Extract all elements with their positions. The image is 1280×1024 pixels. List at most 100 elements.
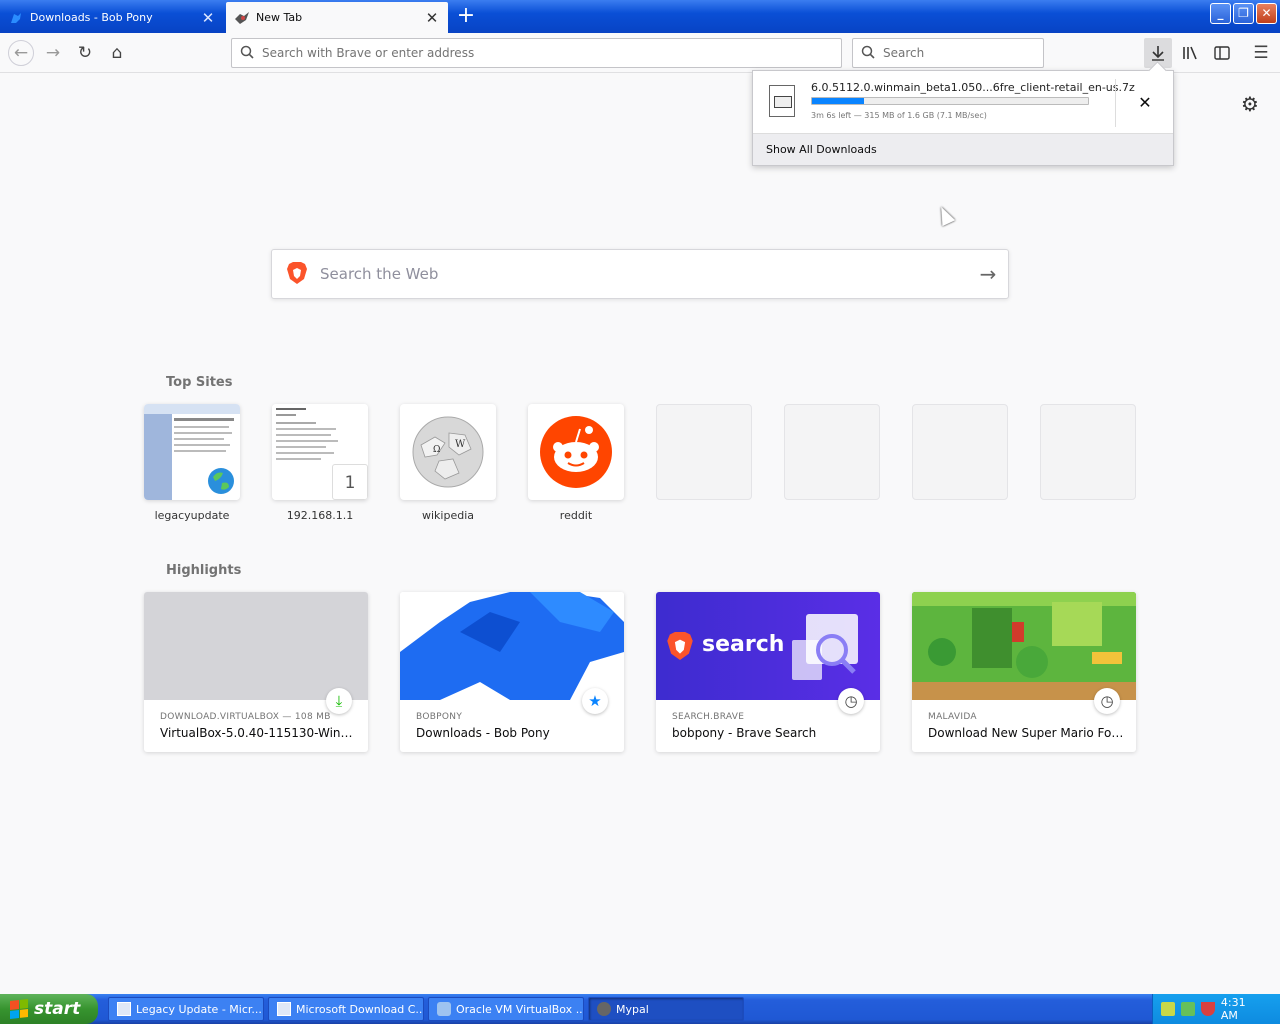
top-site-empty: [656, 404, 752, 500]
reload-icon[interactable]: ↻: [73, 41, 97, 65]
download-progress-fill: [812, 98, 865, 104]
search-submit-arrow-icon[interactable]: →: [968, 262, 1008, 286]
empty-site-placeholder: [784, 404, 880, 500]
wikipedia-globe-icon: Ω W: [412, 416, 484, 488]
start-label: start: [34, 999, 81, 1019]
tab-label: Downloads - Bob Pony: [30, 11, 153, 24]
new-tab-plus-icon[interactable]: +: [452, 4, 480, 30]
clock: 4:31 AM: [1220, 996, 1246, 1022]
site-label: legacyupdate: [154, 509, 230, 522]
cancel-download-icon[interactable]: ✕: [1133, 91, 1157, 115]
downloads-panel: 6.0.5112.0.winmain_beta1.050...6fre_clie…: [752, 70, 1174, 166]
title-bar: Downloads - Bob Pony ✕ New Tab ✕ + _ ❐ ✕: [0, 0, 1280, 33]
highlight-card-bobpony[interactable]: ★ BOBPONY Downloads - Bob Pony: [400, 592, 624, 752]
search-icon: [861, 45, 875, 62]
highlights-title: Highlights: [166, 563, 242, 578]
tab-downloads-bob-pony[interactable]: Downloads - Bob Pony ✕: [0, 2, 224, 33]
url-placeholder: Search with Brave or enter address: [262, 46, 475, 60]
highlight-card-virtualbox[interactable]: ⤓ DOWNLOAD.VIRTUALBOX — 108 MB VirtualBo…: [144, 592, 368, 752]
download-icon: ⤓: [326, 688, 352, 714]
virtualbox-icon: [437, 1002, 451, 1016]
highlight-title: Download New Super Mario For...: [928, 726, 1124, 740]
library-icon[interactable]: [1178, 41, 1202, 65]
highlight-thumbnail: [400, 592, 624, 700]
task-label: Legacy Update - Micr...: [136, 1002, 262, 1016]
search-placeholder: Search: [883, 46, 925, 60]
history-clock-icon: ◷: [838, 688, 864, 714]
top-site-reddit[interactable]: reddit: [528, 404, 624, 522]
mypal-favicon-icon: [234, 10, 250, 26]
top-sites-title: Top Sites: [166, 375, 233, 390]
minimize-icon[interactable]: _: [1210, 3, 1231, 24]
url-bar[interactable]: Search with Brave or enter address: [231, 38, 842, 68]
home-icon[interactable]: ⌂: [105, 41, 129, 65]
highlight-source: SEARCH.BRAVE: [672, 712, 745, 722]
svg-text:Ω: Ω: [433, 445, 440, 455]
highlight-card-malavida[interactable]: ◷ MALAVIDA Download New Super Mario For.…: [912, 592, 1136, 752]
bob-pony-favicon-icon: [8, 10, 24, 26]
empty-site-placeholder: [1040, 404, 1136, 500]
forward-arrow-icon[interactable]: →: [41, 41, 65, 65]
brave-lion-icon: [286, 261, 308, 288]
tab-close-icon[interactable]: ✕: [424, 9, 440, 27]
top-site-empty: [1040, 404, 1136, 500]
mypal-icon: [597, 1002, 611, 1016]
gear-icon[interactable]: ⚙: [1238, 92, 1262, 116]
site-badge: 1: [332, 464, 368, 500]
back-arrow-icon[interactable]: ←: [8, 40, 34, 66]
site-label: wikipedia: [421, 509, 474, 522]
highlight-thumbnail: [912, 592, 1136, 700]
show-all-downloads-button[interactable]: Show All Downloads: [753, 133, 1173, 165]
top-site-legacyupdate[interactable]: legacyupdate: [144, 404, 240, 522]
highlight-title: Downloads - Bob Pony: [416, 726, 550, 740]
top-site-empty: [784, 404, 880, 500]
taskbar-item-oracle-virtualbox[interactable]: Oracle VM VirtualBox ...: [428, 997, 584, 1021]
search-bar[interactable]: Search: [852, 38, 1044, 68]
highlight-source: MALAVIDA: [928, 712, 977, 722]
document-icon: [117, 1002, 131, 1016]
search-icon: [240, 45, 254, 62]
task-label: Microsoft Download C...: [296, 1002, 424, 1016]
tab-close-icon[interactable]: ✕: [200, 9, 216, 27]
window-controls: _ ❐ ✕: [1210, 3, 1277, 24]
tab-new-tab[interactable]: New Tab ✕: [226, 2, 448, 33]
close-window-icon[interactable]: ✕: [1256, 3, 1277, 24]
web-search-placeholder: Search the Web: [320, 265, 439, 283]
highlight-source: BOBPONY: [416, 712, 463, 722]
highlight-title: VirtualBox-5.0.40-115130-Win.exe: [160, 726, 356, 740]
reddit-logo-icon: [540, 416, 612, 488]
download-item[interactable]: 6.0.5112.0.winmain_beta1.050...6fre_clie…: [753, 71, 1135, 133]
divider: [1115, 79, 1116, 127]
top-site-empty: [912, 404, 1008, 500]
download-file-name: 6.0.5112.0.winmain_beta1.050...6fre_clie…: [811, 81, 1135, 94]
taskbar-item-mypal[interactable]: Mypal: [588, 997, 744, 1021]
highlight-thumbnail: [144, 592, 368, 700]
highlight-card-brave-search[interactable]: search ◷ SEARCH.BRAVE bobpony - Brave Se…: [656, 592, 880, 752]
network-icon[interactable]: [1161, 1002, 1175, 1016]
update-icon[interactable]: [1180, 1002, 1195, 1016]
navigation-toolbar: ← → ↻ ⌂ Search with Brave or enter addre…: [0, 33, 1280, 73]
web-search-box[interactable]: Search the Web →: [271, 249, 1009, 299]
history-clock-icon: ◷: [1094, 688, 1120, 714]
top-site-192-168-1-1[interactable]: 1 192.168.1.1: [272, 404, 368, 522]
site-thumbnail: [144, 404, 240, 500]
task-label: Oracle VM VirtualBox ...: [456, 1002, 584, 1016]
globe-update-icon: [204, 464, 238, 498]
top-site-wikipedia[interactable]: Ω W wikipedia: [400, 404, 496, 522]
download-status: 3m 6s left — 315 MB of 1.6 GB (7.1 MB/se…: [811, 111, 987, 120]
security-shield-icon[interactable]: [1200, 1002, 1215, 1016]
empty-site-placeholder: [656, 404, 752, 500]
download-progress-bar: [811, 97, 1089, 105]
site-thumbnail: [528, 404, 624, 500]
sidebar-toggle-icon[interactable]: [1210, 41, 1234, 65]
taskbar-item-microsoft-download[interactable]: Microsoft Download C...: [268, 997, 424, 1021]
start-button[interactable]: start: [0, 994, 98, 1024]
hamburger-menu-icon[interactable]: ☰: [1249, 41, 1273, 65]
site-thumbnail: Ω W: [400, 404, 496, 500]
archive-file-icon: [769, 85, 795, 117]
task-label: Mypal: [616, 1002, 649, 1016]
taskbar-item-legacy-update[interactable]: Legacy Update - Micr...: [108, 997, 264, 1021]
document-icon: [277, 1002, 291, 1016]
magnifier-illustration-icon: [792, 614, 858, 680]
restore-icon[interactable]: ❐: [1233, 3, 1254, 24]
